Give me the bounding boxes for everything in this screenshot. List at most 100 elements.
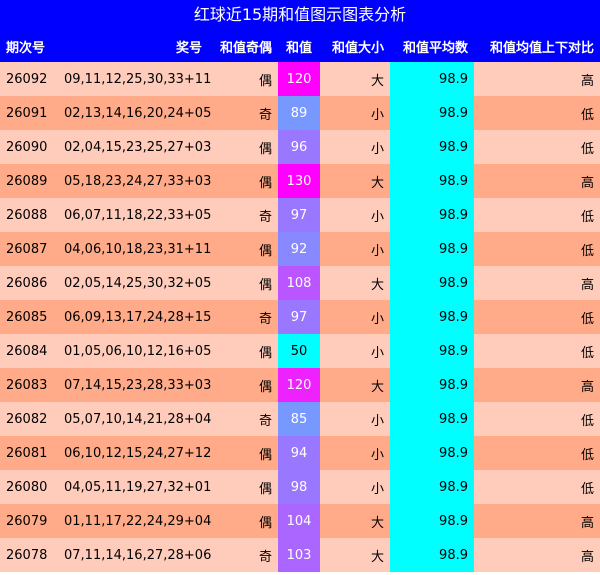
table-row: 26078 07,11,14,16,27,28+06 奇 103 大 98.9 高: [0, 538, 600, 572]
row-size: 大: [320, 504, 390, 538]
row-sum: 89: [278, 96, 320, 130]
row-numbers: 07,11,14,16,27,28+06: [58, 538, 211, 572]
row-size: 小: [320, 334, 390, 368]
row-average: 98.9: [390, 232, 474, 266]
row-numbers: 06,10,12,15,24,27+12: [58, 436, 211, 470]
page-title: 红球近15期和值图示图表分析: [0, 0, 600, 30]
row-average: 98.9: [390, 538, 474, 572]
row-compare: 高: [474, 368, 600, 402]
row-parity: 偶: [208, 334, 278, 368]
row-size: 小: [320, 96, 390, 130]
row-average: 98.9: [390, 300, 474, 334]
row-size: 大: [320, 266, 390, 300]
sum-analysis-table: 期次号 奖号 和值奇偶 和值 和值大小 和值平均数 和值均值上下对比 26092…: [0, 30, 600, 572]
row-numbers: 02,13,14,16,20,24+05: [58, 96, 211, 130]
header-sum: 和值: [278, 30, 320, 62]
table-header-row: 期次号 奖号 和值奇偶 和值 和值大小 和值平均数 和值均值上下对比: [0, 30, 600, 62]
table-row: 26081 06,10,12,15,24,27+12 偶 94 小 98.9 低: [0, 436, 600, 470]
row-issue: 26086: [0, 266, 58, 300]
row-compare: 高: [474, 164, 600, 198]
row-sum: 130: [278, 164, 320, 198]
table-row: 26079 01,11,17,22,24,29+04 偶 104 大 98.9 高: [0, 504, 600, 538]
row-size: 小: [320, 402, 390, 436]
row-parity: 偶: [208, 232, 278, 266]
row-compare: 高: [474, 266, 600, 300]
table-row: 26089 05,18,23,24,27,33+03 偶 130 大 98.9 高: [0, 164, 600, 198]
table-row: 26086 02,05,14,25,30,32+05 偶 108 大 98.9 高: [0, 266, 600, 300]
table-row: 26087 04,06,10,18,23,31+11 偶 92 小 98.9 低: [0, 232, 600, 266]
row-numbers: 02,05,14,25,30,32+05: [58, 266, 211, 300]
row-average: 98.9: [390, 198, 474, 232]
table-row: 26090 02,04,15,23,25,27+03 偶 96 小 98.9 低: [0, 130, 600, 164]
row-average: 98.9: [390, 266, 474, 300]
row-compare: 低: [474, 334, 600, 368]
row-compare: 低: [474, 198, 600, 232]
row-issue: 26090: [0, 130, 58, 164]
row-issue: 26081: [0, 436, 58, 470]
row-compare: 高: [474, 504, 600, 538]
row-numbers: 02,04,15,23,25,27+03: [58, 130, 211, 164]
row-issue: 26085: [0, 300, 58, 334]
row-numbers: 04,06,10,18,23,31+11: [58, 232, 211, 266]
row-average: 98.9: [390, 62, 474, 96]
row-numbers: 01,11,17,22,24,29+04: [58, 504, 211, 538]
row-sum: 50: [278, 334, 320, 368]
table-row: 26080 04,05,11,19,27,32+01 偶 98 小 98.9 低: [0, 470, 600, 504]
table-row: 26091 02,13,14,16,20,24+05 奇 89 小 98.9 低: [0, 96, 600, 130]
row-size: 大: [320, 538, 390, 572]
row-sum: 94: [278, 436, 320, 470]
row-issue: 26082: [0, 402, 58, 436]
table-row: 26082 05,07,10,14,21,28+04 奇 85 小 98.9 低: [0, 402, 600, 436]
row-numbers: 06,07,11,18,22,33+05: [58, 198, 211, 232]
row-average: 98.9: [390, 436, 474, 470]
row-issue: 26083: [0, 368, 58, 402]
row-parity: 偶: [208, 436, 278, 470]
sum-analysis-panel: 红球近15期和值图示图表分析 期次号 奖号 和值奇偶 和值 和值大小 和值平均数…: [0, 0, 600, 572]
row-sum: 108: [278, 266, 320, 300]
row-numbers: 05,18,23,24,27,33+03: [58, 164, 211, 198]
row-size: 大: [320, 164, 390, 198]
row-parity: 偶: [208, 266, 278, 300]
header-size: 和值大小: [320, 30, 390, 62]
row-parity: 偶: [208, 62, 278, 96]
row-issue: 26088: [0, 198, 58, 232]
row-compare: 低: [474, 130, 600, 164]
row-size: 小: [320, 436, 390, 470]
row-parity: 奇: [208, 198, 278, 232]
row-issue: 26091: [0, 96, 58, 130]
row-compare: 低: [474, 436, 600, 470]
row-average: 98.9: [390, 96, 474, 130]
row-parity: 奇: [208, 402, 278, 436]
row-average: 98.9: [390, 130, 474, 164]
row-issue: 26087: [0, 232, 58, 266]
row-sum: 103: [278, 538, 320, 572]
row-average: 98.9: [390, 470, 474, 504]
row-parity: 偶: [208, 164, 278, 198]
row-size: 大: [320, 62, 390, 96]
row-compare: 低: [474, 402, 600, 436]
row-compare: 高: [474, 62, 600, 96]
header-numbers: 奖号: [58, 30, 208, 62]
row-issue: 26089: [0, 164, 58, 198]
row-size: 大: [320, 368, 390, 402]
row-average: 98.9: [390, 402, 474, 436]
header-issue: 期次号: [0, 30, 58, 62]
row-sum: 97: [278, 300, 320, 334]
row-sum: 120: [278, 62, 320, 96]
row-sum: 98: [278, 470, 320, 504]
row-numbers: 01,05,06,10,12,16+05: [58, 334, 211, 368]
row-parity: 偶: [208, 504, 278, 538]
row-size: 小: [320, 470, 390, 504]
row-issue: 26092: [0, 62, 58, 96]
table-row: 26083 07,14,15,23,28,33+03 偶 120 大 98.9 高: [0, 368, 600, 402]
row-size: 小: [320, 130, 390, 164]
row-compare: 低: [474, 232, 600, 266]
row-sum: 96: [278, 130, 320, 164]
row-numbers: 06,09,13,17,24,28+15: [58, 300, 211, 334]
table-row: 26088 06,07,11,18,22,33+05 奇 97 小 98.9 低: [0, 198, 600, 232]
row-sum: 85: [278, 402, 320, 436]
row-sum: 92: [278, 232, 320, 266]
row-compare: 高: [474, 538, 600, 572]
row-size: 小: [320, 232, 390, 266]
row-parity: 偶: [208, 368, 278, 402]
